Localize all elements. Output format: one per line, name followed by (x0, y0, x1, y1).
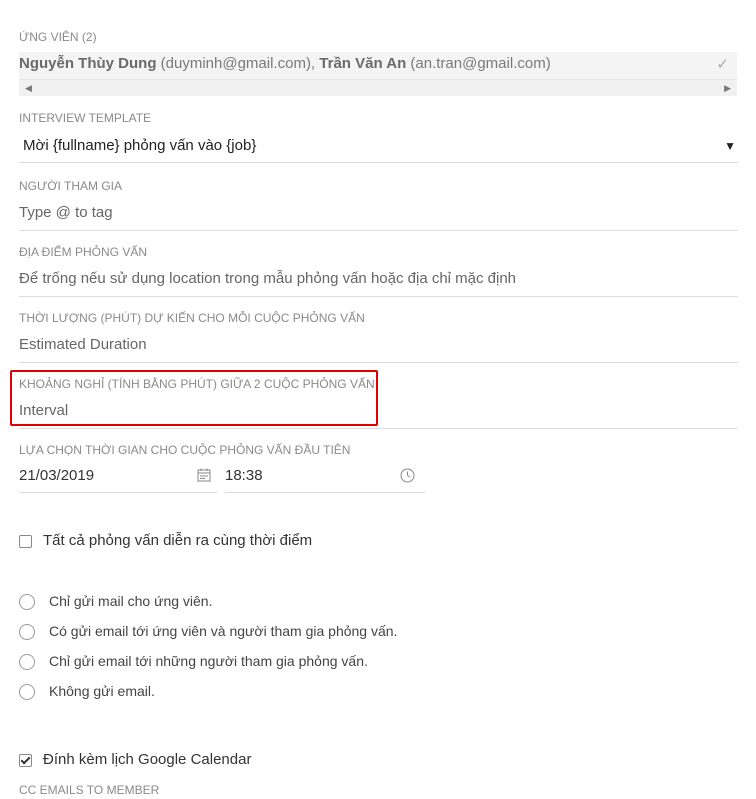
radio-label: Chỉ gửi email tới những người tham gia p… (49, 653, 368, 669)
candidates-label: ỨNG VIÊN (2) (19, 30, 97, 44)
same-time-checkbox[interactable] (19, 535, 32, 548)
radio-label: Không gửi email. (49, 683, 155, 699)
interval-label: KHOẢNG NGHỈ (TÍNH BẰNG PHÚT) GIỮA 2 CUỘC… (19, 377, 375, 391)
scroll-right-icon[interactable]: ▶ (724, 83, 731, 94)
check-icon: ✓ (716, 56, 729, 73)
participants-label: NGƯỜI THAM GIA (19, 179, 122, 193)
date-field[interactable]: 21/03/2019 (19, 467, 217, 493)
interval-input[interactable]: Interval (19, 402, 68, 419)
radio-email-both[interactable] (19, 624, 35, 640)
calendar-checkbox[interactable] (19, 754, 32, 767)
date-value: 21/03/2019 (19, 467, 95, 484)
template-select[interactable]: Mời {fullname} phỏng vấn vào {job} (23, 137, 256, 154)
time-field[interactable]: 18:38 (225, 467, 425, 493)
template-underline (19, 162, 738, 163)
interval-underline (19, 428, 738, 429)
location-input[interactable]: Để trống nếu sử dụng location trong mẫu … (19, 270, 516, 287)
candidate-name: Nguyễn Thùy Dung (19, 55, 157, 72)
horizontal-scrollbar[interactable]: ◀ ▶ (19, 79, 737, 96)
calendar-icon[interactable] (197, 468, 211, 482)
duration-input[interactable]: Estimated Duration (19, 336, 147, 353)
duration-underline (19, 362, 738, 363)
first-time-label: LỰA CHỌN THỜI GIAN CHO CUỘC PHỎNG VẤN ĐẦ… (19, 443, 351, 457)
scroll-left-icon[interactable]: ◀ (25, 83, 32, 94)
location-underline (19, 296, 738, 297)
participants-input[interactable]: Type @ to tag (19, 204, 113, 221)
time-value: 18:38 (225, 467, 263, 484)
candidate-name: Trần Văn An (319, 55, 407, 72)
location-label: ĐỊA ĐIỂM PHỎNG VẤN (19, 245, 148, 259)
radio-email-candidate-only[interactable] (19, 594, 35, 610)
same-time-label: Tất cả phỏng vấn diễn ra cùng thời điểm (43, 532, 313, 549)
candidates-field[interactable]: Nguyễn Thùy Dung (duyminh@gmail.com), Tr… (19, 52, 737, 96)
dropdown-arrow-icon[interactable]: ▼ (724, 139, 736, 153)
clock-icon[interactable] (400, 468, 415, 483)
cc-emails-label: CC EMAILS TO MEMBER (19, 783, 160, 797)
template-label: INTERVIEW TEMPLATE (19, 111, 152, 125)
candidate-email: (an.tran@gmail.com) (410, 55, 551, 72)
radio-email-participants-only[interactable] (19, 654, 35, 670)
duration-label: THỜI LƯỢNG (PHÚT) DỰ KIẾN CHO MỖI CUỘC P… (19, 311, 365, 325)
radio-label: Chỉ gửi mail cho ứng viên. (49, 593, 213, 609)
radio-label: Có gửi email tới ứng viên và người tham … (49, 623, 398, 639)
calendar-label: Đính kèm lịch Google Calendar (43, 751, 252, 768)
radio-no-email[interactable] (19, 684, 35, 700)
participants-underline (19, 230, 738, 231)
candidates-list: Nguyễn Thùy Dung (duyminh@gmail.com), Tr… (19, 55, 551, 72)
candidate-email: (duyminh@gmail.com), (160, 55, 316, 72)
